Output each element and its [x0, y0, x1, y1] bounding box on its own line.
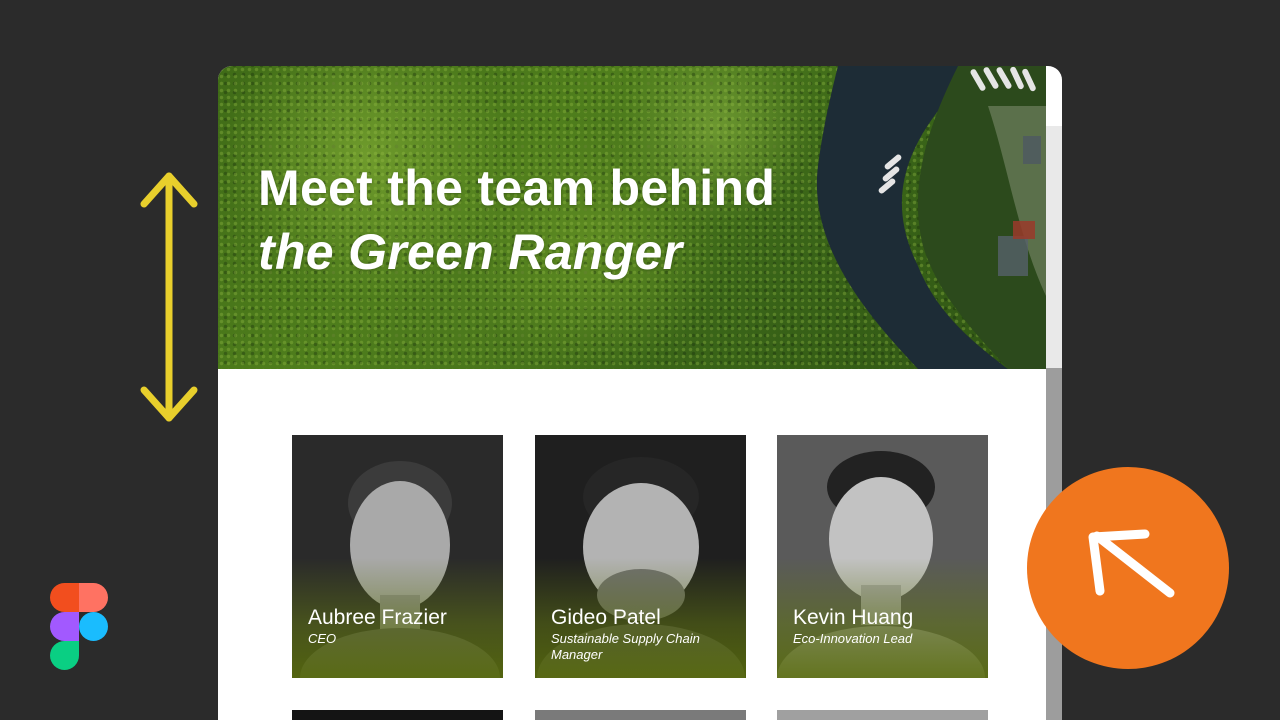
- team-card-row2-1[interactable]: [292, 710, 503, 720]
- hero-title-line1: Meet the team behind: [258, 160, 776, 216]
- team-card-row2-3[interactable]: [777, 710, 988, 720]
- scroll-to-top-button[interactable]: [1027, 467, 1229, 669]
- team-card-gideo[interactable]: Gideo Patel Sustainable Supply Chain Man…: [535, 435, 746, 678]
- vertical-resize-arrow-icon: [140, 172, 198, 422]
- team-card-aubree[interactable]: Aubree Frazier CEO: [292, 435, 503, 678]
- member-name: Aubree Frazier: [308, 606, 447, 629]
- figma-logo: [50, 583, 108, 670]
- hero-banner: Meet the team behind the Green Ranger: [218, 66, 1046, 369]
- member-role: Eco-Innovation Lead: [793, 631, 913, 646]
- member-role: Sustainable Supply Chain Manager: [551, 631, 700, 662]
- member-role: CEO: [308, 631, 337, 646]
- hero-title-line2: the Green Ranger: [258, 224, 683, 280]
- hero-title: Meet the team behind the Green Ranger: [258, 156, 775, 284]
- team-card-kevin[interactable]: Kevin Huang Eco-Innovation Lead: [777, 435, 988, 678]
- member-name: Kevin Huang: [793, 606, 914, 629]
- arrow-up-left-icon: [1088, 529, 1175, 598]
- member-name: Gideo Patel: [551, 606, 661, 629]
- team-card-row2-2[interactable]: [535, 710, 746, 720]
- webpage-frame: Meet the team behind the Green Ranger Au…: [218, 66, 1062, 720]
